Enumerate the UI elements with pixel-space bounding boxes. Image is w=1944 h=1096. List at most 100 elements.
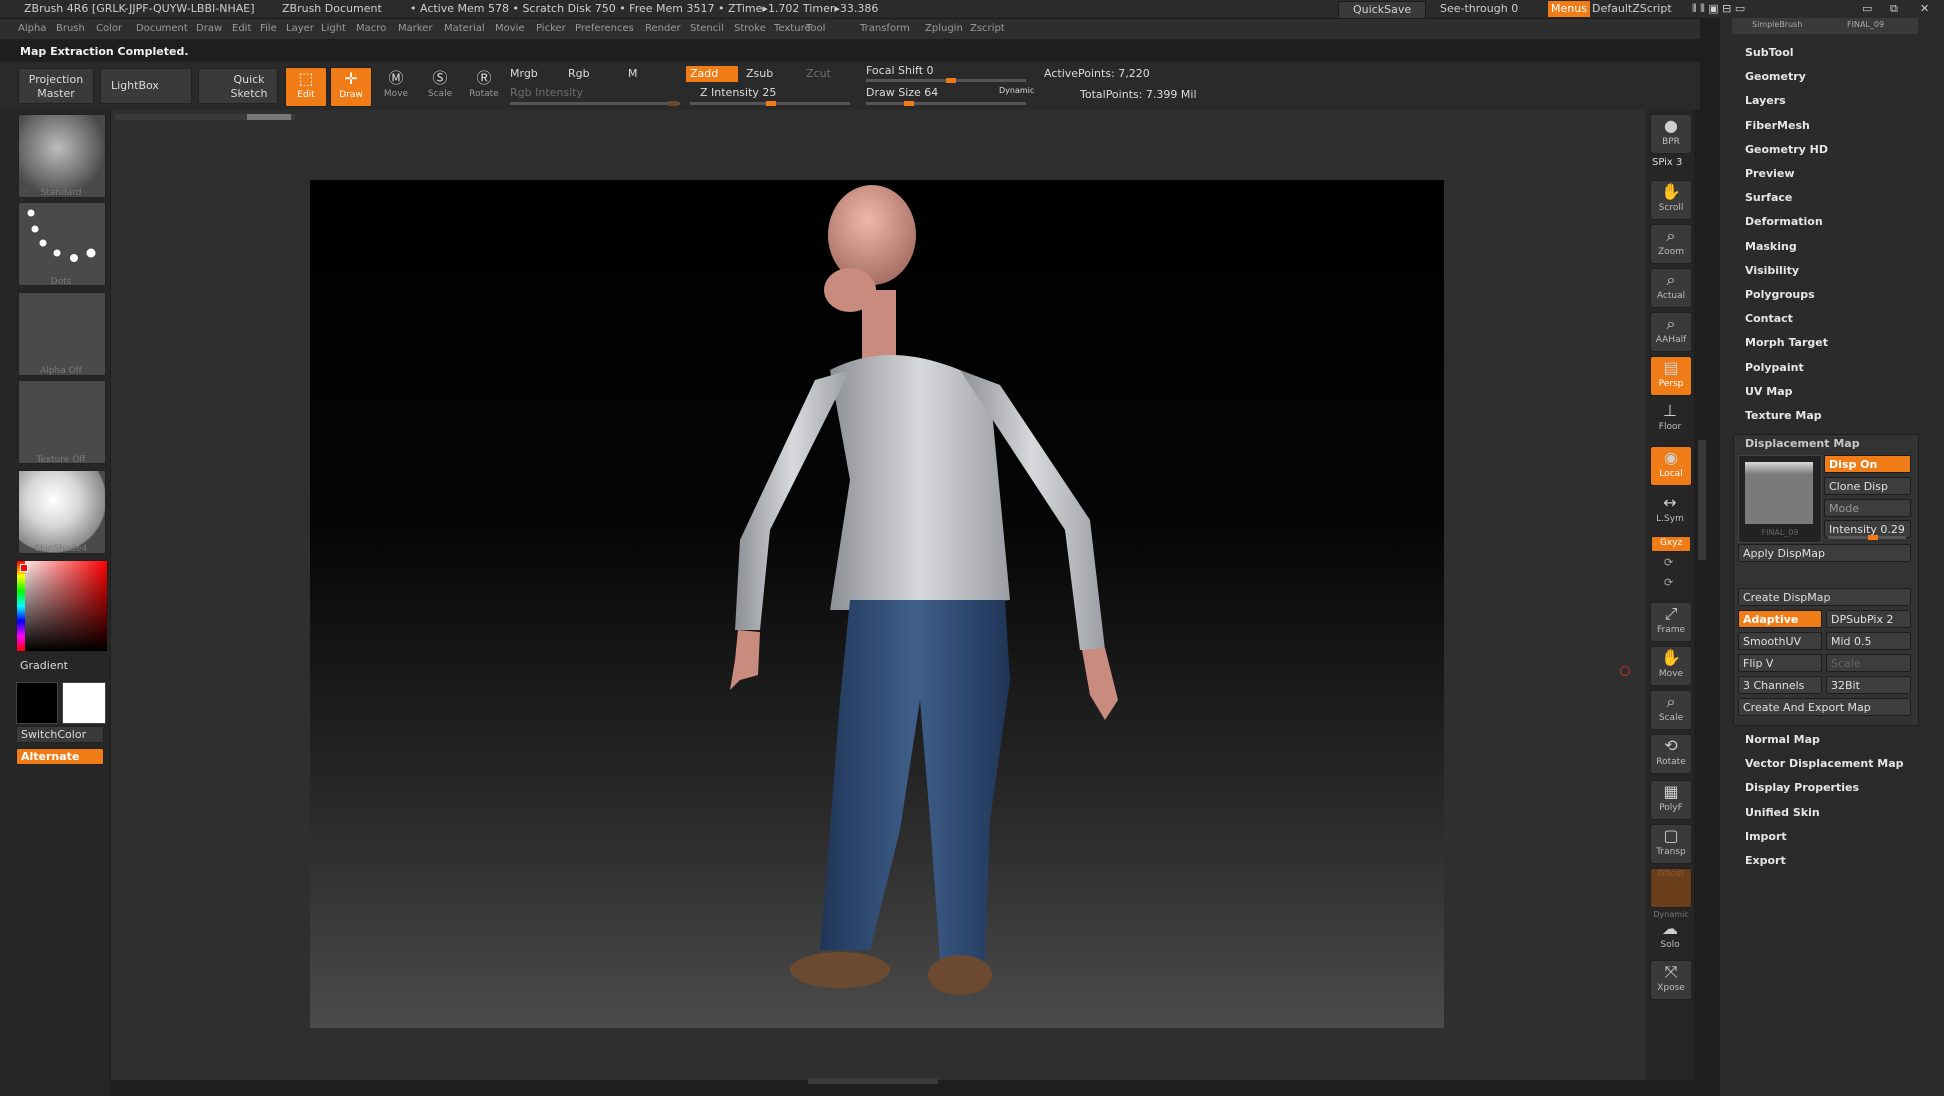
mrgb-toggle[interactable]: Mrgb [510, 67, 538, 80]
tool-thumb-simplebrush[interactable]: SimpleBrush [1752, 20, 1802, 29]
intensity-track[interactable] [1828, 535, 1906, 540]
displacement-map-title[interactable]: Displacement Map [1745, 437, 1860, 450]
menu-render[interactable]: Render [645, 23, 681, 34]
edit-button[interactable]: ⬚ Edit [285, 67, 327, 107]
frame-button[interactable]: ⤢ Frame [1650, 602, 1692, 642]
zadd-toggle[interactable]: Zadd [686, 66, 738, 82]
xyz-toggle[interactable]: Gxyz [1651, 536, 1691, 552]
primary-color-swatch[interactable] [16, 682, 58, 724]
palette-item-polygroups[interactable]: Polygroups [1745, 288, 1815, 301]
zoom-button[interactable]: ⌕ Zoom [1650, 224, 1692, 264]
quick-sketch-button[interactable]: Quick Sketch [198, 68, 278, 104]
palette-item-geometry-hd[interactable]: Geometry HD [1745, 143, 1828, 156]
persp-button[interactable]: ▤ Persp [1650, 356, 1692, 396]
canvas-hscroll-thumb[interactable] [247, 114, 291, 120]
menu-edit[interactable]: Edit [232, 23, 251, 34]
color-picker[interactable] [16, 560, 108, 652]
palette-item-texture-map[interactable]: Texture Map [1745, 409, 1822, 422]
rotate-z-icon[interactable]: ⟳ [1664, 576, 1673, 589]
draw-button[interactable]: ✛ Draw [330, 67, 372, 107]
quicksave-button[interactable]: QuickSave [1338, 1, 1427, 19]
stroke-thumbnail[interactable] [18, 202, 106, 286]
menu-alpha[interactable]: Alpha [18, 23, 46, 34]
scale-slider[interactable]: Scale [1826, 654, 1911, 672]
restore-icon[interactable]: ⧉ [1890, 2, 1898, 16]
mid-slider[interactable]: Mid 0.5 [1826, 632, 1911, 650]
material-thumbnail[interactable] [18, 470, 106, 554]
menu-document[interactable]: Document [136, 23, 188, 34]
m-toggle[interactable]: M [628, 67, 638, 80]
close-icon[interactable]: ✕ [1920, 2, 1929, 15]
palette-item-polypaint[interactable]: Polypaint [1745, 361, 1804, 374]
script-name[interactable]: DefaultZScript [1592, 2, 1672, 15]
scale-view-button[interactable]: ⌕ Scale [1650, 690, 1692, 730]
menus-toggle[interactable]: Menus [1548, 1, 1590, 17]
tool-thumb-final[interactable]: FINAL_09 [1847, 20, 1884, 29]
palette-divider-handle[interactable] [1698, 440, 1706, 560]
menu-stroke[interactable]: Stroke [734, 23, 766, 34]
menu-tool[interactable]: Tool [806, 23, 825, 34]
texture-thumbnail[interactable] [18, 380, 106, 464]
disp-on-button[interactable]: Disp On [1824, 455, 1911, 473]
palette-item-deformation[interactable]: Deformation [1745, 215, 1823, 228]
menu-macro[interactable]: Macro [356, 23, 386, 34]
alpha-thumbnail[interactable] [18, 292, 106, 376]
clone-disp-button[interactable]: Clone Disp [1824, 477, 1911, 495]
displacement-thumbnail[interactable]: FINAL_09 [1738, 455, 1822, 543]
switch-color-button[interactable]: SwitchColor [16, 726, 104, 743]
xpose-button[interactable]: ⤧ Xpose [1650, 960, 1692, 1000]
z-intensity-track[interactable] [690, 101, 850, 106]
canvas-hscroll[interactable] [115, 114, 295, 120]
mode-button[interactable]: Mode [1824, 499, 1911, 517]
palette-item-uv-map[interactable]: UV Map [1745, 385, 1793, 398]
focal-shift-slider[interactable]: Focal Shift 0 [866, 64, 934, 77]
layout-icons[interactable]: ⫴ ⫴ ▣ ⊟ ▭ [1692, 2, 1745, 16]
lightbox-button[interactable]: LightBox [100, 68, 192, 104]
rotate-y-icon[interactable]: ⟳ [1664, 556, 1673, 569]
secondary-color-swatch[interactable] [62, 682, 106, 724]
focal-shift-track[interactable] [866, 78, 1026, 83]
aahalf-button[interactable]: ⌕ AAHalf [1650, 312, 1692, 352]
palette-item-unified-skin[interactable]: Unified Skin [1745, 806, 1820, 819]
minimize-icon[interactable]: ▭ [1862, 2, 1872, 15]
menu-movie[interactable]: Movie [495, 23, 525, 34]
zcut-toggle[interactable]: Zcut [806, 67, 831, 80]
palette-item-layers[interactable]: Layers [1745, 94, 1786, 107]
floor-button[interactable]: ⊥ Floor [1650, 400, 1690, 438]
hue-strip[interactable] [17, 561, 25, 651]
tool-thumbnails[interactable]: SimpleBrush FINAL_09 [1732, 18, 1918, 34]
move-button[interactable]: Ⓜ Move [376, 67, 416, 105]
projection-master-button[interactable]: Projection Master [18, 68, 94, 104]
spix-slider[interactable]: SPix 3 [1652, 157, 1682, 168]
rgb-intensity-track[interactable] [510, 101, 680, 106]
dynamic-toggle[interactable]: Dynamic [999, 86, 1034, 95]
gradient-label[interactable]: Gradient [20, 659, 68, 672]
draw-size-track[interactable] [866, 101, 1026, 106]
rgb-intensity-slider[interactable]: Rgb Intensity [510, 86, 583, 99]
palette-item-fibermesh[interactable]: FiberMesh [1745, 119, 1810, 132]
adaptive-toggle[interactable]: Adaptive [1738, 610, 1822, 628]
transp-button[interactable]: ▢ Transp [1650, 824, 1692, 864]
menu-material[interactable]: Material [444, 23, 485, 34]
channels-toggle[interactable]: 3 Channels [1738, 676, 1822, 694]
menu-zplugin[interactable]: Zplugin [925, 23, 963, 34]
menu-draw[interactable]: Draw [196, 23, 222, 34]
menu-zscript[interactable]: Zscript [970, 23, 1005, 34]
lsym-button[interactable]: ↔ L.Sym [1650, 492, 1690, 530]
menu-light[interactable]: Light [321, 23, 346, 34]
rotate-view-button[interactable]: ⟲ Rotate [1650, 734, 1692, 774]
palette-item-masking[interactable]: Masking [1745, 240, 1797, 253]
rotate-button[interactable]: Ⓡ Rotate [464, 67, 504, 105]
palette-item-geometry[interactable]: Geometry [1745, 70, 1806, 83]
ghost-button[interactable]: Ghost [1650, 868, 1692, 908]
flip-v-toggle[interactable]: Flip V [1738, 654, 1822, 672]
intensity-knob[interactable] [1868, 535, 1878, 540]
apply-dispmap-button[interactable]: Apply DispMap [1738, 544, 1911, 562]
alternate-button[interactable]: Alternate [16, 748, 104, 765]
palette-item-vector-displacement-map[interactable]: Vector Displacement Map [1745, 757, 1904, 770]
see-through-slider[interactable]: See-through 0 [1440, 2, 1518, 15]
draw-size-knob[interactable] [904, 101, 914, 106]
create-dispmap-button[interactable]: Create DispMap [1738, 588, 1911, 606]
scale-button[interactable]: Ⓢ Scale [420, 67, 460, 105]
move-view-button[interactable]: ✋ Move [1650, 646, 1692, 686]
